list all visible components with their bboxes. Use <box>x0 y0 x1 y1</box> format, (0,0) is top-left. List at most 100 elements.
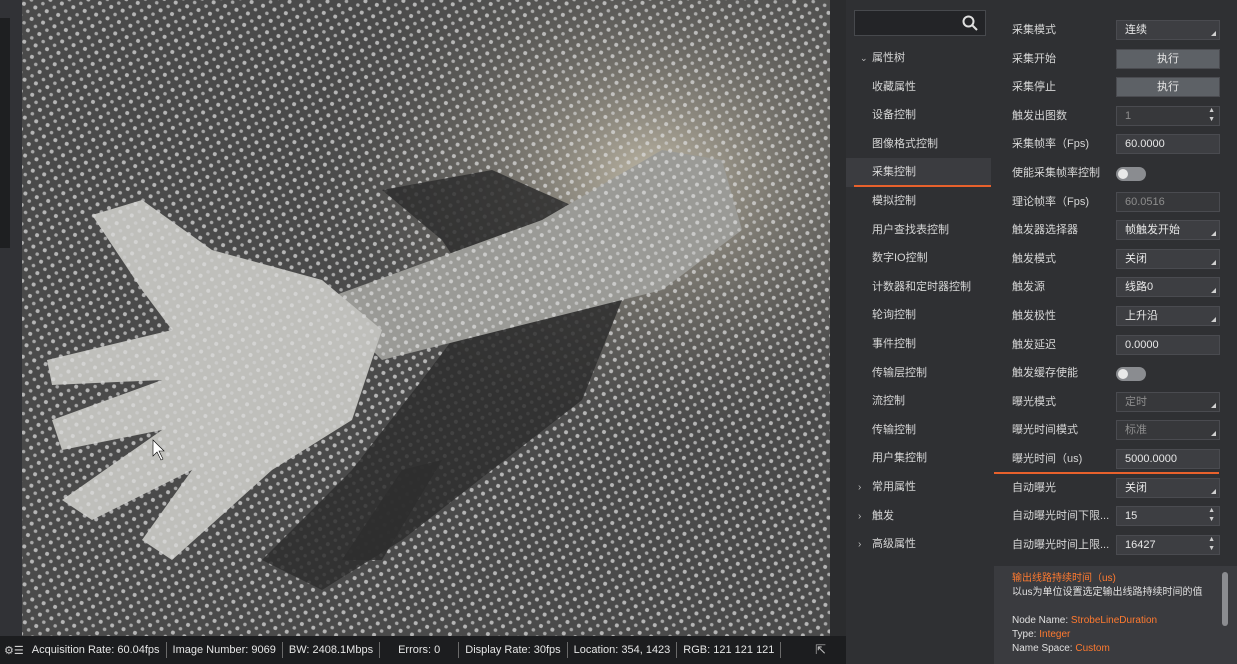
toggle-switch[interactable] <box>1116 166 1146 181</box>
property-row: 触发源 线路0 <box>994 273 1237 302</box>
property-label: 触发器选择器 <box>1012 224 1078 237</box>
tree-root[interactable]: ⌄ 属性树 <box>846 44 991 73</box>
tree-item[interactable]: 图像格式控制 <box>846 130 991 159</box>
description-text: 以us为单位设置选定输出线路持续时间的值 <box>1012 587 1203 598</box>
execute-button[interactable]: 执行 <box>1116 77 1220 98</box>
property-dropdown[interactable]: 线路0 <box>1116 277 1220 298</box>
tree-group[interactable]: › 触发 <box>846 502 991 531</box>
tree-group[interactable]: › 常用属性 <box>846 473 991 502</box>
description-box: 输出线路持续时间（us) 以us为单位设置选定输出线路持续时间的值 Node N… <box>994 566 1237 664</box>
property-dropdown[interactable]: 连续 <box>1116 20 1220 40</box>
chevron-right-icon: › <box>858 510 862 522</box>
property-spinbox[interactable]: 16427 <box>1116 534 1220 555</box>
property-row: 自动曝光时间下限... 15 <box>994 502 1237 531</box>
error-count: Errors: 0 <box>380 642 460 658</box>
property-value-field[interactable]: 0.0000 <box>1116 334 1220 355</box>
tree-item[interactable]: 数字IO控制 <box>846 244 991 273</box>
property-value-field[interactable]: 60.0516 <box>1116 191 1220 212</box>
property-row: 曝光时间模式 标准 <box>994 416 1237 445</box>
property-label: 触发源 <box>1012 281 1045 294</box>
rgb-value: RGB: 121 121 121 <box>677 642 782 658</box>
tree-item[interactable]: 用户集控制 <box>846 444 991 473</box>
property-row: 触发极性 上升沿 <box>994 302 1237 331</box>
property-row: 自动曝光时间上限... 16427 <box>994 531 1237 560</box>
property-label: 曝光时间（us) <box>1012 452 1083 465</box>
property-dropdown[interactable]: 定时 <box>1116 391 1220 412</box>
property-label: 触发延迟 <box>1012 338 1056 351</box>
dock-divider <box>0 18 10 248</box>
chevron-right-icon: › <box>858 539 862 551</box>
tree-item[interactable]: 采集控制 <box>846 158 991 187</box>
property-row: 使能采集帧率控制 <box>994 159 1237 188</box>
acquisition-rate: Acquisition Rate: 60.04fps <box>26 642 167 658</box>
node-namespace: Name Space: Custom <box>1012 643 1110 654</box>
property-label: 自动曝光时间下限... <box>1012 510 1110 523</box>
toggle-switch[interactable] <box>1116 367 1146 382</box>
expand-icon[interactable]: ⇱ <box>809 642 832 658</box>
property-dropdown[interactable]: 帧触发开始 <box>1116 220 1220 241</box>
tree-item[interactable]: 收藏属性 <box>846 73 991 102</box>
display-rate: Display Rate: 30fps <box>459 642 568 658</box>
tree-item[interactable]: 轮询控制 <box>846 301 991 330</box>
property-spinbox[interactable]: 1 <box>1116 105 1220 126</box>
property-tree: ⌄ 属性树 收藏属性 设备控制 图像格式控制 采集控制 模拟控制 用户查找表控制 数字IO控制… <box>846 44 991 559</box>
property-label: 自动曝光时间上限... <box>1012 538 1110 551</box>
tree-item[interactable]: 流控制 <box>846 387 991 416</box>
property-dropdown[interactable]: 关闭 <box>1116 248 1220 269</box>
tree-item[interactable]: 传输控制 <box>846 416 991 445</box>
tree-group[interactable]: › 高级属性 <box>846 530 991 559</box>
property-row: 采集模式 连续 <box>994 16 1237 45</box>
property-label: 理论帧率（Fps) <box>1012 195 1089 208</box>
tree-item[interactable]: 模拟控制 <box>846 187 991 216</box>
property-dropdown[interactable]: 关闭 <box>1116 477 1220 498</box>
property-row: 触发模式 关闭 <box>994 245 1237 274</box>
tree-item[interactable]: 设备控制 <box>846 101 991 130</box>
property-row: 触发出图数 1 <box>994 102 1237 131</box>
execute-button[interactable]: 执行 <box>1116 48 1220 69</box>
tree-item[interactable]: 用户查找表控制 <box>846 216 991 245</box>
property-row: 理论帧率（Fps) 60.0516 <box>994 188 1237 217</box>
tree-item[interactable]: 计数器和定时器控制 <box>846 273 991 302</box>
property-label: 自动曝光 <box>1012 481 1056 494</box>
property-label: 触发模式 <box>1012 252 1056 265</box>
description-title: 输出线路持续时间（us) <box>1012 573 1116 584</box>
status-bar: ⚙☰ Acquisition Rate: 60.04fps Image Numb… <box>0 636 846 664</box>
property-dropdown[interactable]: 标准 <box>1116 420 1220 441</box>
chevron-right-icon: › <box>858 481 862 493</box>
cursor-location: Location: 354, 1423 <box>568 642 678 658</box>
property-row: 触发延迟 0.0000 <box>994 331 1237 360</box>
property-grid: 采集模式 连续采集开始执行采集停止 执行触发出图数 1 采集帧率（Fps)60.0000… <box>994 16 1237 559</box>
bandwidth: BW: 2408.1Mbps <box>283 642 381 658</box>
property-spinbox[interactable]: 15 <box>1116 506 1220 527</box>
status-menu-icon[interactable]: ⚙☰ <box>0 644 26 657</box>
property-panel: ⌄ 属性树 收藏属性 设备控制 图像格式控制 采集控制 模拟控制 用户查找表控制 数字IO控制… <box>846 0 1237 664</box>
property-row: 采集停止 执行 <box>994 73 1237 102</box>
search-input[interactable] <box>854 10 986 36</box>
image-viewer[interactable] <box>22 0 830 636</box>
property-row: 曝光模式 定时 <box>994 388 1237 417</box>
property-row: 采集开始 执行 <box>994 45 1237 74</box>
property-label: 曝光模式 <box>1012 395 1056 408</box>
property-label: 触发出图数 <box>1012 109 1067 122</box>
tree-item[interactable]: 传输层控制 <box>846 359 991 388</box>
property-value-field[interactable]: 5000.0000 <box>1116 448 1220 469</box>
tree-item[interactable]: 事件控制 <box>846 330 991 359</box>
property-row: 采集帧率（Fps) 60.0000 <box>994 130 1237 159</box>
camera-image <box>22 0 830 636</box>
property-label: 曝光时间模式 <box>1012 424 1078 437</box>
property-dropdown[interactable]: 上升沿 <box>1116 305 1220 326</box>
search-icon[interactable] <box>961 14 979 32</box>
property-value-field[interactable]: 60.0000 <box>1116 134 1220 155</box>
chevron-down-icon: ⌄ <box>860 53 868 63</box>
node-type: Type: Integer <box>1012 629 1071 640</box>
property-row: 触发缓存使能 <box>994 359 1237 388</box>
property-label: 采集模式 <box>1012 24 1056 36</box>
left-dock-strip <box>0 0 22 636</box>
image-number: Image Number: 9069 <box>167 642 283 658</box>
property-label: 使能采集帧率控制 <box>1012 166 1100 179</box>
property-row: 曝光时间（us) 5000.0000 <box>994 445 1237 474</box>
property-label: 采集停止 <box>1012 81 1056 94</box>
property-label: 触发缓存使能 <box>1012 367 1078 380</box>
property-row: 自动曝光 关闭 <box>994 474 1237 503</box>
description-scrollbar[interactable] <box>1222 572 1228 626</box>
